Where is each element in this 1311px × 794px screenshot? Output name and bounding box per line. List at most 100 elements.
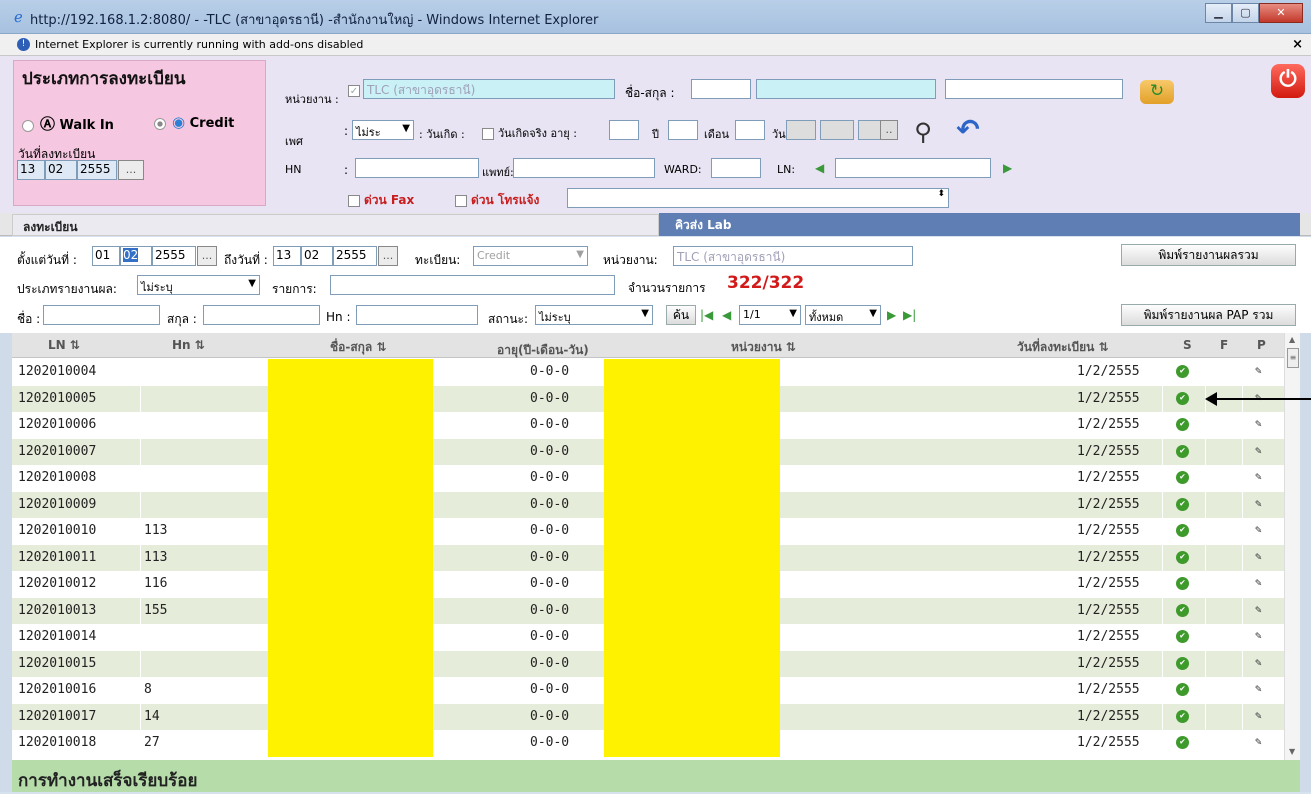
doctor-field[interactable] (513, 158, 655, 178)
surname-filter-field[interactable] (203, 305, 320, 325)
search-magnifier-icon[interactable]: ⚲ (906, 117, 940, 151)
pencil-icon[interactable]: ✎ (1255, 629, 1262, 642)
status-ok-icon[interactable]: ✔ (1176, 656, 1189, 670)
ln-field[interactable] (835, 158, 991, 178)
name-field[interactable] (691, 79, 751, 99)
spin-icon[interactable]: ⬍ (937, 189, 945, 199)
to-date-picker[interactable]: ... (378, 246, 398, 266)
pencil-icon[interactable]: ✎ (1255, 709, 1262, 722)
status-ok-icon[interactable]: ✔ (1176, 550, 1189, 564)
from-day[interactable]: 01 (92, 246, 120, 266)
sort-icon[interactable]: ⇅ (376, 340, 386, 354)
pencil-icon[interactable]: ✎ (1255, 550, 1262, 563)
name-filter-field[interactable] (43, 305, 160, 325)
last-page-icon[interactable]: ▶| (903, 308, 916, 322)
tab-register[interactable]: ลงทะเบียน (12, 214, 659, 236)
urgent-fax-checkbox[interactable]: ด่วน Fax (348, 191, 414, 210)
pencil-icon[interactable]: ✎ (1255, 444, 1262, 457)
all-select[interactable]: ทั้งหมด ▼ (805, 305, 881, 325)
close-notification-button[interactable]: × (1292, 37, 1303, 52)
to-day[interactable]: 13 (273, 246, 301, 266)
sort-icon[interactable]: ⇅ (70, 338, 80, 352)
reg-date-day[interactable]: 13 (17, 160, 45, 180)
minimize-button[interactable]: ▁ (1205, 3, 1232, 23)
status-ok-icon[interactable]: ✔ (1176, 683, 1189, 696)
from-date-picker[interactable]: ... (197, 246, 217, 266)
reporttype-select[interactable]: ไม่ระบุ ▼ (137, 275, 260, 295)
page-select[interactable]: 1/1 ▼ (739, 305, 801, 325)
pencil-icon[interactable]: ✎ (1255, 576, 1262, 589)
sort-icon[interactable]: ⇅ (195, 338, 205, 352)
status-ok-icon[interactable]: ✔ (1176, 365, 1189, 378)
pencil-icon[interactable]: ✎ (1255, 682, 1262, 695)
pencil-icon[interactable]: ✎ (1255, 470, 1262, 483)
unit-filter-field[interactable]: TLC (สาขาอุดรธานี) (673, 246, 913, 266)
pencil-icon[interactable]: ✎ (1255, 497, 1262, 510)
status-ok-icon[interactable]: ✔ (1176, 524, 1189, 537)
regtype-filter-select[interactable]: Credit ▼ (473, 246, 588, 266)
scroll-thumb[interactable]: ≡ (1287, 348, 1299, 368)
status-ok-icon[interactable]: ✔ (1176, 630, 1189, 643)
col-date-header[interactable]: วันที่ลงทะเบียน ⇅ (1017, 338, 1109, 357)
birth-day-field[interactable] (786, 120, 816, 140)
next-page-icon[interactable]: ▶ (887, 308, 896, 322)
status-ok-icon[interactable]: ✔ (1176, 709, 1189, 723)
prev-page-icon[interactable]: ◀ (722, 308, 731, 322)
print-pap-button[interactable]: พิมพ์รายงานผล PAP รวม (1121, 304, 1296, 326)
ward-field[interactable] (711, 158, 761, 178)
age-month-field[interactable] (668, 120, 698, 140)
sort-icon[interactable]: ⇅ (786, 340, 796, 354)
undo-arrow-icon[interactable]: ↶ (948, 114, 988, 148)
credit-radio-circle[interactable] (154, 117, 166, 130)
scroll-up-icon[interactable]: ▲ (1289, 335, 1295, 344)
power-logout-icon[interactable]: ⏻ (1271, 64, 1305, 98)
col-unit-header[interactable]: หน่วยงาน ⇅ (731, 338, 796, 357)
from-month[interactable]: 02 (120, 246, 152, 266)
status-ok-icon[interactable]: ✔ (1176, 603, 1189, 617)
status-ok-icon[interactable]: ✔ (1176, 391, 1189, 405)
age-year-field[interactable] (609, 120, 639, 140)
print-summary-button[interactable]: พิมพ์รายงานผลรวม (1121, 244, 1296, 266)
reg-date-month[interactable]: 02 (45, 160, 77, 180)
pencil-icon[interactable]: ✎ (1255, 364, 1262, 377)
close-window-button[interactable]: ✕ (1259, 3, 1303, 23)
refresh-icon[interactable]: ↻ (1140, 80, 1174, 104)
surname-field[interactable] (756, 79, 936, 99)
status-ok-icon[interactable]: ✔ (1176, 444, 1189, 458)
to-month[interactable]: 02 (301, 246, 333, 266)
extra-name-field[interactable] (945, 79, 1123, 99)
ln-prev-icon[interactable]: ◀ (815, 161, 824, 175)
col-name-header[interactable]: ชื่อ-สกุล ⇅ (330, 338, 387, 357)
from-year[interactable]: 2555 (152, 246, 196, 266)
birth-month-field[interactable] (820, 120, 854, 140)
hn-filter-field[interactable] (356, 305, 478, 325)
tab-lab-queue[interactable]: คิวส่ง Lab (659, 213, 1300, 236)
hn-field[interactable] (355, 158, 479, 178)
col-ln-header[interactable]: LN ⇅ (48, 338, 80, 352)
pencil-icon[interactable]: ✎ (1255, 417, 1262, 430)
unit-field[interactable]: TLC (สาขาอุดรธานี) (363, 79, 615, 99)
status-ok-icon[interactable]: ✔ (1176, 418, 1189, 431)
status-filter-select[interactable]: ไม่ระบุ ▼ (535, 305, 653, 325)
pencil-icon[interactable]: ✎ (1255, 391, 1262, 404)
first-page-icon[interactable]: |◀ (700, 308, 713, 322)
items-field[interactable] (330, 275, 615, 295)
col-hn-header[interactable]: Hn ⇅ (172, 338, 205, 352)
credit-radio[interactable]: ◉ Credit (154, 113, 234, 131)
pencil-icon[interactable]: ✎ (1255, 523, 1262, 536)
sex-select[interactable]: ไม่ระ ▼ (352, 120, 414, 140)
status-ok-icon[interactable]: ✔ (1176, 471, 1189, 484)
pencil-icon[interactable]: ✎ (1255, 735, 1262, 748)
maximize-button[interactable]: ▢ (1232, 3, 1259, 23)
walkin-radio-circle[interactable] (22, 119, 34, 132)
scroll-down-icon[interactable]: ▼ (1289, 747, 1295, 756)
urgent-phone-field[interactable]: ⬍ (567, 188, 949, 208)
urgent-phone-checkbox[interactable]: ด่วน โทรแจ้ง (455, 191, 539, 210)
reg-date-year[interactable]: 2555 (77, 160, 117, 180)
realbirth-checkbox[interactable]: วันเกิดจริง อายุ : (482, 124, 577, 142)
to-year[interactable]: 2555 (333, 246, 377, 266)
status-ok-icon[interactable]: ✔ (1176, 577, 1189, 590)
search-button[interactable]: ค้น (666, 305, 696, 325)
age-day-field[interactable] (735, 120, 765, 140)
pencil-icon[interactable]: ✎ (1255, 656, 1262, 669)
